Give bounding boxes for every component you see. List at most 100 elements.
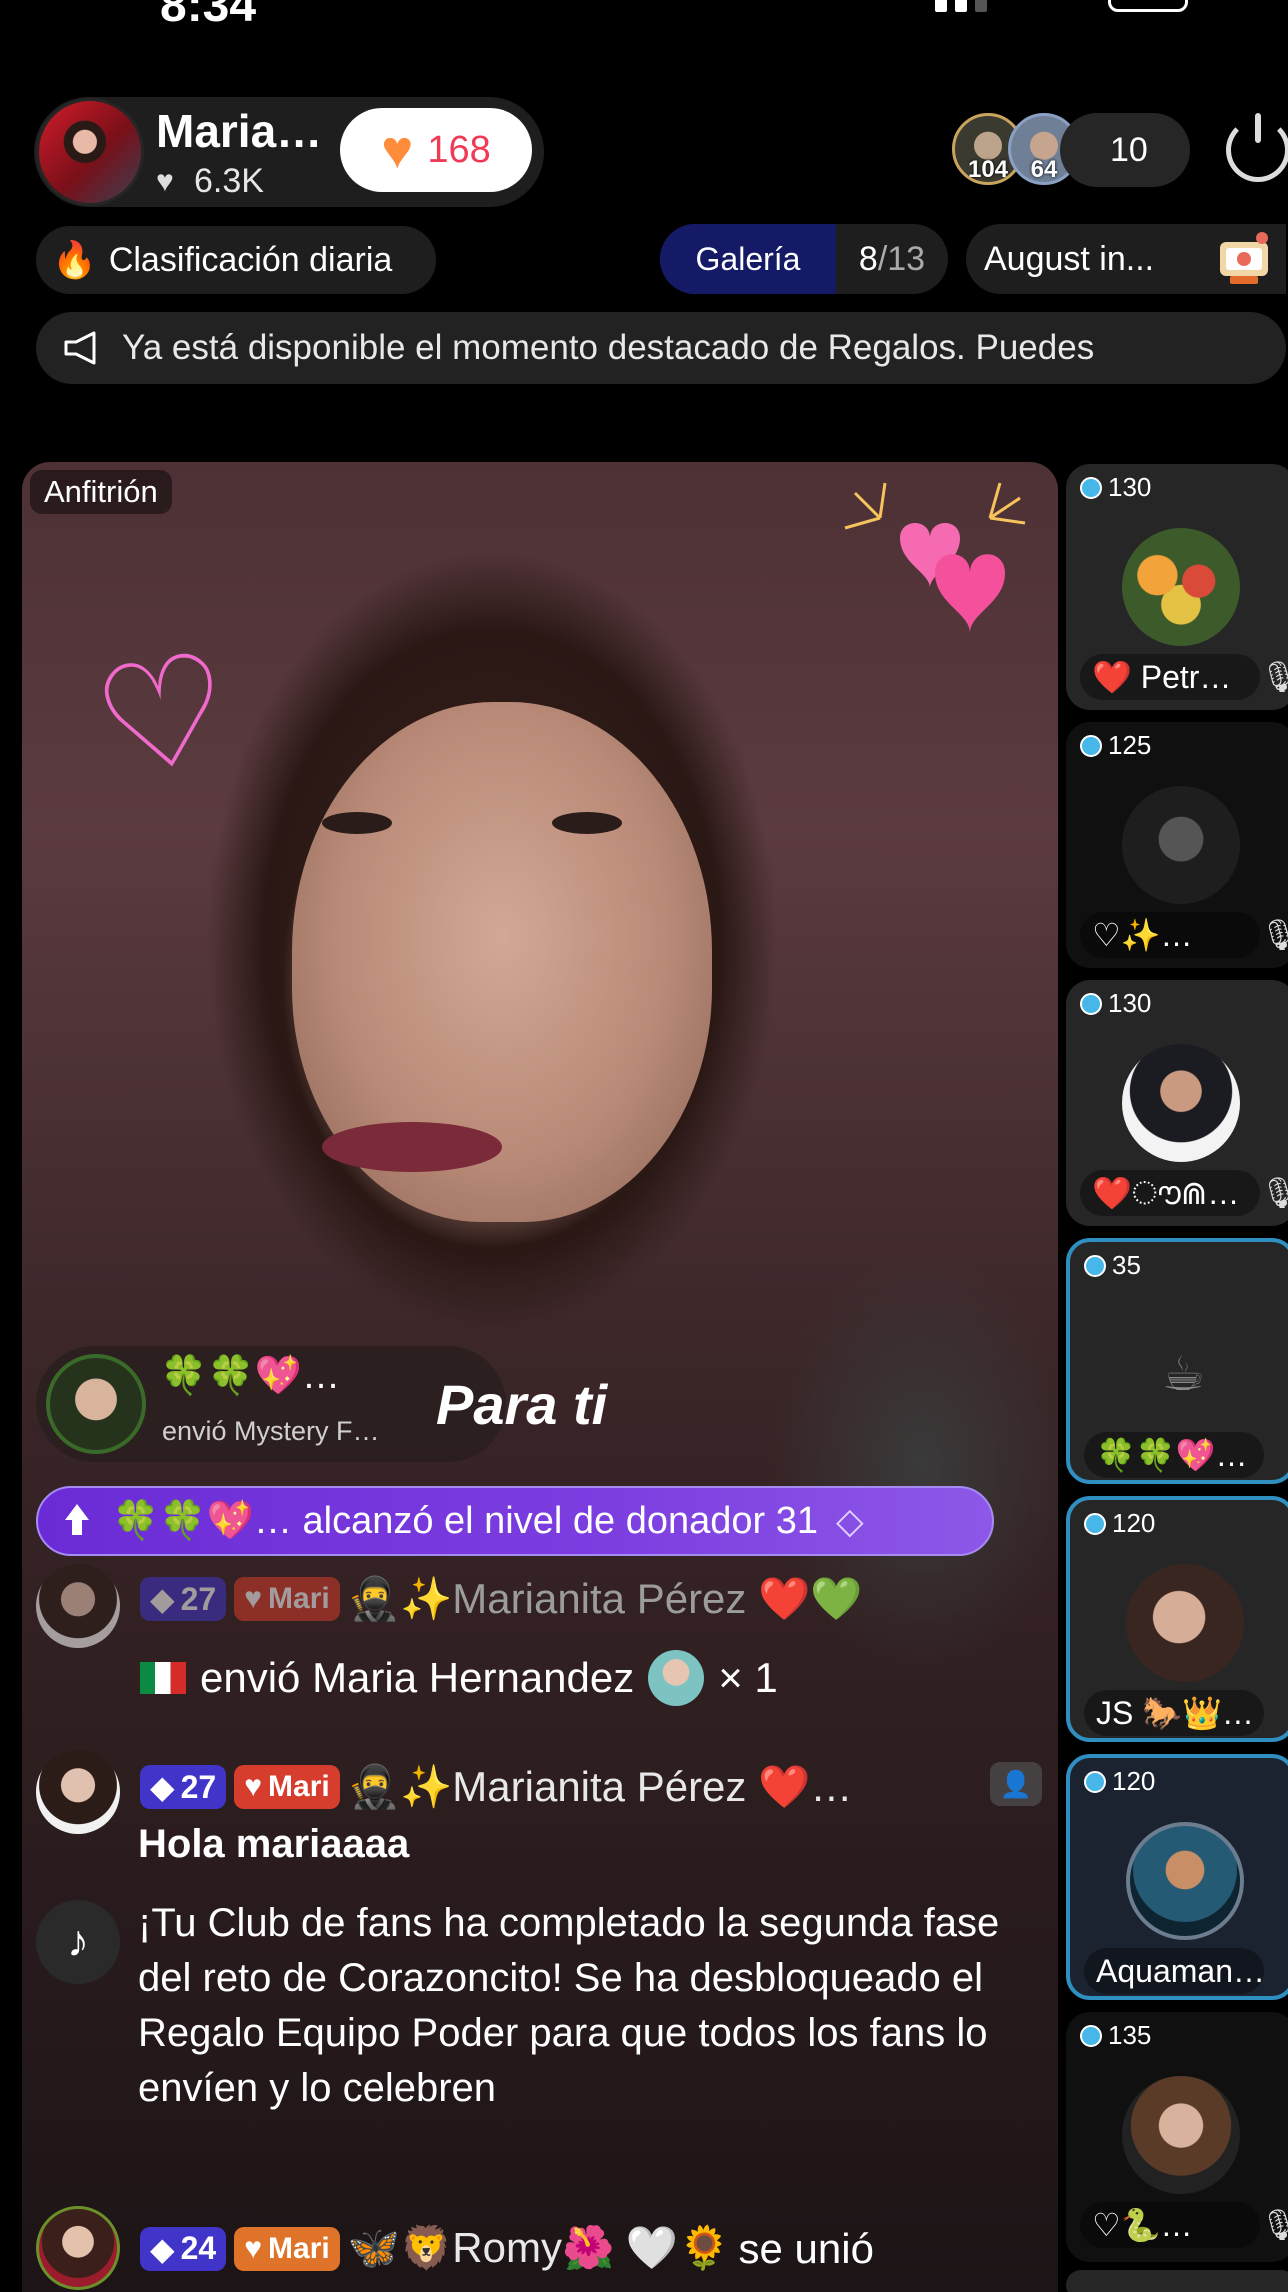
lips [322, 1122, 502, 1172]
mic-muted-icon: 🎙 [1260, 2209, 1288, 2242]
host-likes: ♥ 6.3K [156, 162, 264, 201]
host-likes-count: 6.3K [194, 162, 264, 200]
follow-count: 168 [427, 128, 491, 171]
chat-username[interactable]: 🦋🦁Romy🌺 🤍🌻 [348, 2224, 731, 2273]
arrow-up-icon [60, 1504, 94, 1538]
fan-heart-icon: ♥ [244, 2231, 263, 2265]
level-badge[interactable]: ◆ 24 [140, 2226, 227, 2271]
chat-row: ◆ 27 ♥ Mari 🥷✨Marianita Pérez ❤️💚 [36, 1564, 1036, 1648]
guest-tile[interactable]: 120 Aquaman… [1066, 1754, 1288, 2000]
guest-tile[interactable]: 120 JS 🐎👑… [1066, 1496, 1288, 1742]
viewer-count[interactable]: 10 [1060, 113, 1190, 187]
diamond-icon: ◇ [836, 1500, 864, 1541]
gallery-label: Galería [660, 224, 836, 294]
guest-tile[interactable]: 135 ♡🐍… 🎙 [1066, 2012, 1288, 2262]
join-action: se unió [738, 2224, 874, 2272]
announcement-bar[interactable]: Ya está disponible el momento destacado … [36, 312, 1286, 384]
chat-avatar[interactable] [36, 2206, 120, 2290]
gift-sender-avatar[interactable] [46, 1354, 146, 1454]
guest-name: ❤️ Petr… [1080, 654, 1260, 700]
fan-badge[interactable]: ♥ Mari [234, 1577, 340, 1621]
guest-score: 120 [1084, 1766, 1155, 1797]
chat-header: ◆ 27 ♥ Mari 🥷✨Marianita Pérez ❤️💚 [140, 1574, 863, 1624]
guest-name: 🍀🍀💖… [1084, 1432, 1264, 1478]
score-icon [1084, 1512, 1106, 1535]
guest-score: 125 [1080, 730, 1151, 761]
mic-muted-icon: 🎙 [1260, 919, 1288, 952]
score-icon [1080, 992, 1102, 1015]
daily-ranking-label: Clasificación diaria [108, 240, 393, 279]
chat-row: ◆ 27 ♥ Mari 🥷✨Marianita Pérez ❤️… Hola mar… [36, 1750, 1036, 1870]
guest-name: ♡🐍… [1080, 2202, 1260, 2248]
chat-username[interactable]: 🥷✨Marianita Pérez ❤️💚 [348, 1575, 863, 1624]
score-icon [1084, 1770, 1106, 1793]
status-bar: 8:34 [0, 0, 1288, 40]
announcement-text: Ya está disponible el momento destacado … [122, 328, 1095, 367]
gift-overlay-text: Para ti [436, 1373, 608, 1436]
chat-avatar[interactable] [36, 1750, 120, 1834]
guest-avatar [1122, 2076, 1240, 2194]
diamond-icon: ◆ [150, 1769, 175, 1805]
donor-level-text: 🍀🍀💖… alcanzó el nivel de donador 31 [112, 1500, 818, 1542]
donor-level-banner: 🍀🍀💖… alcanzó el nivel de donador 31 ◇ [36, 1486, 994, 1556]
host-tag: Anfitrión [30, 470, 172, 514]
heart-icon: ♥ [156, 164, 174, 198]
level-badge[interactable]: ◆ 27 [140, 1765, 227, 1809]
gift-message-text: envió Maria Hernandez [200, 1654, 635, 1701]
event-gift-icon[interactable] [1216, 228, 1278, 290]
diamond-icon: ◆ [150, 1581, 175, 1617]
guest-score: 135 [1080, 2020, 1151, 2051]
guest-tile[interactable]: 35 ☕ 🍀🍀💖… [1066, 1238, 1288, 1484]
diamond-icon: ◆ [150, 2230, 175, 2267]
host-avatar[interactable] [36, 98, 144, 206]
guest-tile[interactable]: 125 ♡✨… 🎙 [1066, 722, 1288, 968]
eye [322, 812, 392, 834]
fan-club-message: ¡Tu Club de fans ha completado la segund… [138, 1901, 1000, 2110]
gift-sender-name: 🍀🍀💖… [160, 1355, 340, 1397]
megaphone-icon [64, 331, 96, 365]
chat-message: Hola mariaaaa [138, 1822, 410, 1866]
fan-heart-icon: ♥ [244, 1770, 263, 1803]
daily-ranking-button[interactable]: 🔥 Clasificación diaria [36, 226, 436, 294]
guest-tile[interactable]: 130 ❤️ Petr… 🎙 [1066, 464, 1288, 710]
guest-avatar [1122, 786, 1240, 904]
fireworks-hearts-icon [844, 482, 1026, 633]
join-notification: ◆ 24 ♥ Mari 🦋🦁Romy🌺 🤍🌻 se unió [36, 2206, 1046, 2292]
guest-tile[interactable]: 130 ❤️ൗ⋒… 🎙 [1066, 980, 1288, 1226]
chat-username[interactable]: 🥷✨Marianita Pérez ❤️… [348, 1763, 853, 1812]
follow-button[interactable]: ♥ 168 [340, 108, 532, 192]
guest-avatar [1122, 1044, 1240, 1162]
guest-avatar [1126, 1564, 1244, 1682]
guest-score: 130 [1080, 988, 1151, 1019]
guest-score: 120 [1084, 1508, 1155, 1539]
guest-name: JS 🐎👑… [1084, 1690, 1264, 1736]
power-icon[interactable] [1226, 113, 1288, 182]
host-name[interactable]: Maria… [156, 104, 326, 158]
mic-muted-icon: 🎙 [1260, 661, 1288, 694]
fan-badge[interactable]: ♥ Mari [234, 2226, 340, 2271]
add-friend-icon[interactable]: 👤 [990, 1762, 1042, 1806]
gallery-button[interactable]: Galería 8/13 [660, 224, 948, 294]
guest-score: 35 [1084, 1250, 1141, 1281]
clock: 8:34 [160, 0, 257, 32]
event-label: August in... [984, 239, 1155, 278]
gift-thumbnail [648, 1650, 705, 1706]
orange-heart-icon: ♥ [381, 120, 414, 180]
chat-header: ◆ 27 ♥ Mari 🥷✨Marianita Pérez ❤️… [140, 1762, 852, 1812]
fan-badge[interactable]: ♥ Mari [234, 1765, 340, 1809]
score-icon [1080, 2024, 1102, 2047]
battery-icon [1108, 0, 1188, 12]
guest-tile[interactable] [1066, 2270, 1288, 2292]
guest-name: ♡✨… [1080, 912, 1260, 958]
mic-muted-icon: 🎙 [1260, 1177, 1288, 1210]
guest-score: 130 [1080, 472, 1151, 503]
join-line: ◆ 24 ♥ Mari 🦋🦁Romy🌺 🤍🌻 se unió [140, 2224, 874, 2273]
guest-name: ❤️ൗ⋒… [1080, 1170, 1260, 1216]
level-badge[interactable]: ◆ 27 [140, 1577, 227, 1621]
flame-icon: 🔥 [52, 239, 97, 280]
chat-gift-message: envió Maria Hernandez × 1 [140, 1650, 778, 1706]
heart-sticker-icon: ♡ [82, 620, 245, 810]
chat-avatar[interactable] [36, 1564, 120, 1648]
eye [552, 812, 622, 834]
signal-icon [935, 0, 1005, 12]
